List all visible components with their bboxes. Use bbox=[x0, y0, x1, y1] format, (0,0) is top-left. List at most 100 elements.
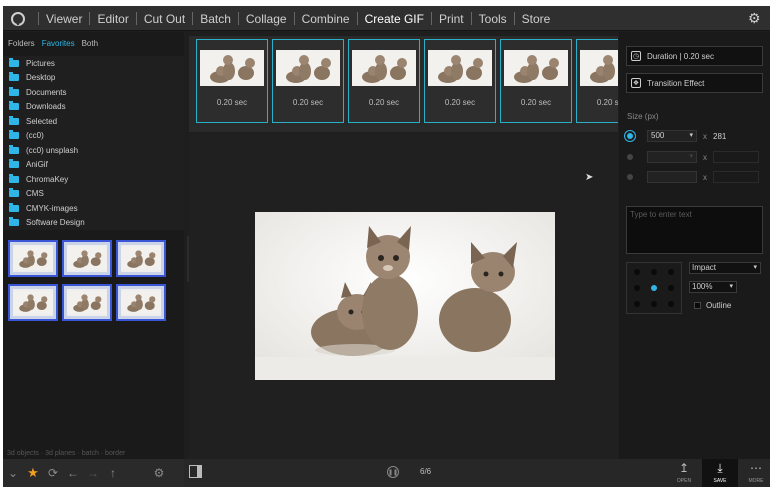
thumbnail[interactable] bbox=[62, 240, 112, 277]
chevron-down-icon: ▾ bbox=[753, 264, 757, 271]
thumbnail[interactable] bbox=[116, 240, 166, 277]
alignment-dot[interactable] bbox=[668, 269, 674, 275]
alignment-dot[interactable] bbox=[634, 301, 640, 307]
outline-checkbox[interactable] bbox=[694, 302, 701, 309]
more-label: MORE bbox=[748, 478, 764, 484]
folder-label: Downloads bbox=[26, 102, 66, 112]
alignment-dot[interactable] bbox=[651, 269, 657, 275]
width-field[interactable]: ▾ bbox=[647, 151, 697, 163]
size-label: Size (px) bbox=[627, 112, 659, 121]
forward-arrow-icon[interactable]: → bbox=[83, 463, 103, 483]
alignment-dot[interactable] bbox=[668, 301, 674, 307]
folder-label: CMS bbox=[26, 189, 44, 199]
folder-label: Selected bbox=[26, 116, 58, 126]
folder-item[interactable]: (cc0) unsplash bbox=[3, 143, 184, 158]
transition-effect-button[interactable]: ❖ Transition Effect bbox=[626, 73, 763, 93]
folder-icon bbox=[9, 86, 19, 96]
frame-image bbox=[580, 50, 618, 86]
folder-label: (cc0) unsplash bbox=[26, 145, 79, 155]
width-select[interactable]: 500 ▾ bbox=[647, 130, 697, 142]
folder-item[interactable]: Software Design bbox=[3, 216, 184, 231]
folder-label: AniGif bbox=[26, 160, 48, 170]
duration-button[interactable]: ◷ Duration | 0.20 sec bbox=[626, 46, 763, 66]
menu-separator bbox=[293, 12, 295, 25]
folder-label: CMYK-images bbox=[26, 203, 78, 213]
settings-gear-icon[interactable]: ⚙ bbox=[748, 11, 762, 25]
thumbnail[interactable] bbox=[8, 284, 58, 321]
folder-item[interactable]: (cc0) bbox=[3, 129, 184, 144]
up-arrow-icon[interactable]: ↑ bbox=[103, 463, 123, 483]
text-scale-select[interactable]: 100% ▾ bbox=[689, 281, 737, 293]
folder-label: Desktop bbox=[26, 73, 56, 83]
menu-create-gif[interactable]: Create GIF bbox=[365, 12, 424, 26]
bottom-bar: ❚❚ 6/6 ↥ OPEN ⤓ SAVE ⋯ MORE bbox=[184, 459, 770, 487]
menu-print[interactable]: Print bbox=[439, 12, 464, 26]
folder-icon bbox=[9, 101, 19, 111]
outline-option[interactable]: Outline bbox=[694, 301, 731, 310]
gif-frame[interactable]: 0.20 sec bbox=[500, 39, 572, 123]
toolbar-gear-icon[interactable]: ⚙ bbox=[149, 463, 169, 483]
panel-toggle-icon[interactable] bbox=[189, 465, 202, 478]
tab-favorites[interactable]: Favorites bbox=[42, 39, 75, 48]
app-logo-icon[interactable] bbox=[11, 12, 25, 26]
folder-item[interactable]: Downloads bbox=[3, 100, 184, 115]
gif-frame[interactable]: 0.20 sec bbox=[196, 39, 268, 123]
menu-tools[interactable]: Tools bbox=[479, 12, 507, 26]
folder-item[interactable]: Desktop bbox=[3, 71, 184, 86]
alignment-dot[interactable] bbox=[651, 285, 657, 291]
menu-collage[interactable]: Collage bbox=[246, 12, 287, 26]
size-radio[interactable] bbox=[627, 133, 633, 139]
font-select[interactable]: Impact ▾ bbox=[689, 262, 761, 274]
folder-item[interactable]: Documents bbox=[3, 85, 184, 100]
star-icon[interactable]: ★ bbox=[23, 463, 43, 483]
caption-text-input[interactable]: Type to enter text bbox=[626, 206, 763, 254]
back-arrow-icon[interactable]: ← bbox=[63, 463, 83, 483]
frame-duration: 0.20 sec bbox=[520, 98, 552, 107]
app-window: Viewer Editor Cut Out Batch Collage Comb… bbox=[3, 6, 770, 487]
alignment-dot[interactable] bbox=[668, 285, 674, 291]
chevron-down-icon[interactable]: ⌄ bbox=[3, 463, 23, 483]
menu-combine[interactable]: Combine bbox=[302, 12, 350, 26]
folder-item[interactable]: Selected bbox=[3, 114, 184, 129]
menu-editor[interactable]: Editor bbox=[97, 12, 128, 26]
menu-viewer[interactable]: Viewer bbox=[46, 12, 82, 26]
gif-frame[interactable]: 0.20 sec bbox=[576, 39, 618, 123]
pause-icon[interactable]: ❚❚ bbox=[387, 466, 399, 478]
thumbnail[interactable] bbox=[116, 284, 166, 321]
menu-batch[interactable]: Batch bbox=[200, 12, 231, 26]
transition-icon: ❖ bbox=[631, 78, 641, 88]
gif-frame[interactable]: 0.20 sec bbox=[348, 39, 420, 123]
refresh-icon[interactable]: ⟳ bbox=[43, 463, 63, 483]
thumbnail[interactable] bbox=[8, 240, 58, 277]
height-field[interactable] bbox=[713, 151, 759, 163]
menu-cut-out[interactable]: Cut Out bbox=[144, 12, 185, 26]
size-radio[interactable] bbox=[627, 154, 633, 160]
folder-item[interactable]: Pictures bbox=[3, 56, 184, 71]
folder-label: Pictures bbox=[26, 58, 55, 68]
save-button[interactable]: ⤓ SAVE bbox=[702, 459, 738, 487]
gif-frame[interactable]: 0.20 sec bbox=[272, 39, 344, 123]
height-field[interactable] bbox=[713, 171, 759, 183]
text-scale-value: 100% bbox=[692, 282, 713, 291]
frame-image bbox=[276, 50, 340, 86]
size-row: 500 ▾ x 281 bbox=[627, 129, 767, 143]
more-button[interactable]: ⋯ MORE bbox=[738, 459, 770, 487]
gif-frame[interactable]: 0.20 sec bbox=[424, 39, 496, 123]
thumbnail[interactable] bbox=[62, 284, 112, 321]
tab-folders[interactable]: Folders bbox=[8, 39, 35, 48]
menu-store[interactable]: Store bbox=[522, 12, 551, 26]
size-radio[interactable] bbox=[627, 174, 633, 180]
frame-duration: 0.20 sec bbox=[368, 98, 400, 107]
alignment-dot[interactable] bbox=[634, 285, 640, 291]
folder-item[interactable]: CMYK-images bbox=[3, 201, 184, 216]
left-toolbar: ⌄ ★ ⟳ ← → ↑ ⚙ bbox=[3, 459, 184, 487]
menu-separator bbox=[237, 12, 239, 25]
tab-both[interactable]: Both bbox=[82, 39, 98, 48]
folder-item[interactable]: CMS bbox=[3, 187, 184, 202]
open-button[interactable]: ↥ OPEN bbox=[666, 459, 702, 487]
folder-item[interactable]: ChromaKey bbox=[3, 172, 184, 187]
width-field[interactable] bbox=[647, 171, 697, 183]
folder-item[interactable]: AniGif bbox=[3, 158, 184, 173]
alignment-dot[interactable] bbox=[651, 301, 657, 307]
alignment-dot[interactable] bbox=[634, 269, 640, 275]
